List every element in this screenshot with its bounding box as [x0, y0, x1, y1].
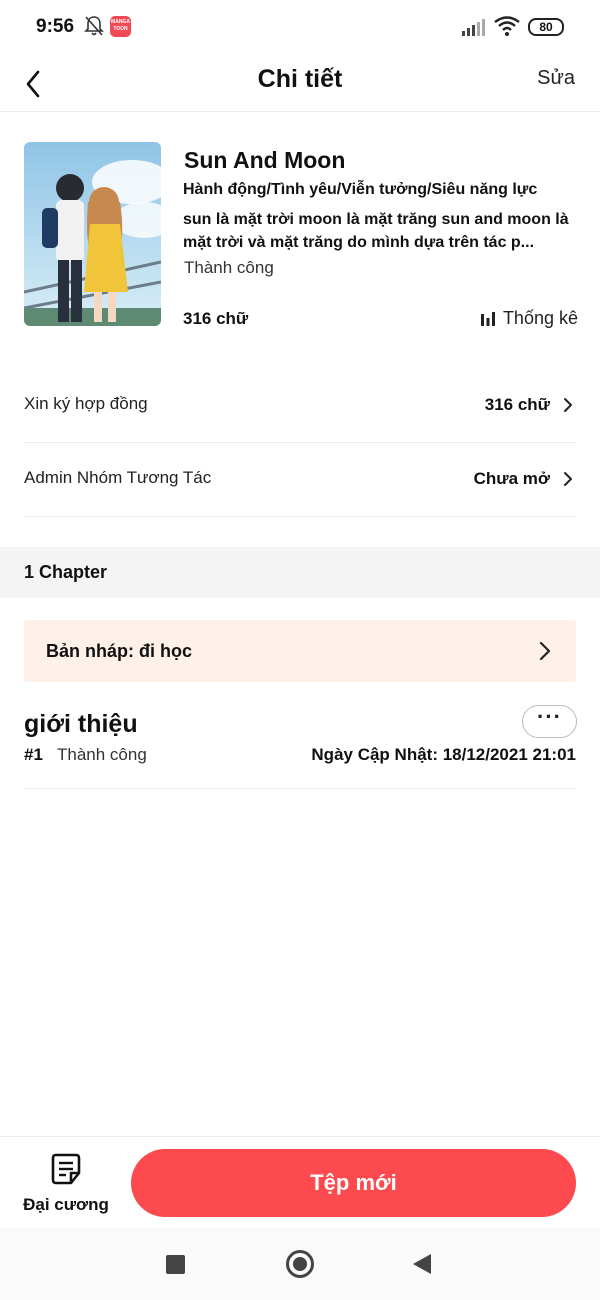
contract-row[interactable]: Xin ký hợp đồng 316 chữ [24, 370, 576, 444]
edit-button[interactable]: Sửa [537, 67, 575, 90]
page-title: Chi tiết [257, 65, 343, 93]
chapter-title: giới thiệu [24, 710, 138, 738]
home-icon [293, 1257, 307, 1271]
stats-button[interactable]: Thống kê [480, 308, 578, 329]
admin-group-value: Chưa mở [473, 469, 550, 488]
system-navigation-bar [0, 1228, 600, 1300]
home-button[interactable] [286, 1250, 314, 1278]
more-options-button[interactable]: ··· [522, 705, 577, 738]
word-count: 316 chữ [183, 309, 249, 328]
admin-group-row[interactable]: Admin Nhóm Tương Tác Chưa mở [24, 444, 576, 518]
book-status: Thành công [184, 258, 274, 277]
chapter-status: Thành công [57, 745, 147, 764]
draft-label: Bản nháp: đi học [46, 641, 192, 661]
signal-icon [462, 19, 485, 36]
chapter-updated-date: Ngày Cập Nhật: 18/12/2021 21:01 [311, 745, 576, 764]
wifi-icon [494, 16, 520, 36]
new-file-button[interactable]: Tệp mới [131, 1149, 576, 1217]
draft-item[interactable]: Bản nháp: đi học [24, 620, 576, 682]
status-time: 9:56 [36, 16, 75, 37]
bottom-action-bar: Đại cương Tệp mới [0, 1136, 600, 1228]
divider [24, 788, 576, 789]
bell-off-icon [84, 16, 104, 36]
contract-label: Xin ký hợp đồng [24, 394, 148, 413]
book-title: Sun And Moon [184, 147, 346, 173]
outline-label: Đại cương [23, 1195, 109, 1214]
chapter-number: #1 [24, 745, 43, 764]
document-icon [51, 1153, 81, 1185]
book-description: sun là mặt trời moon là mặt trăng sun an… [183, 211, 569, 251]
top-app-bar: Chi tiết Sửa [0, 56, 600, 112]
book-cover-image[interactable] [24, 142, 161, 326]
chevron-right-icon [564, 472, 572, 486]
chevron-right-icon [539, 641, 551, 661]
system-back-button[interactable] [413, 1254, 431, 1274]
chevron-right-icon [564, 398, 572, 412]
book-genres: Hành động/Tình yêu/Viễn tưởng/Siêu năng … [183, 181, 538, 198]
admin-group-label: Admin Nhóm Tương Tác [24, 468, 212, 487]
battery-icon: 80 [528, 18, 564, 36]
chapter-section-header: 1 Chapter [0, 547, 600, 598]
stats-label: Thống kê [502, 308, 578, 328]
outline-button[interactable]: Đại cương [14, 1149, 118, 1221]
divider [24, 442, 576, 443]
app-badge-icon: MANGA TOON [110, 16, 131, 37]
recent-apps-button[interactable] [166, 1255, 185, 1274]
status-bar: 9:56 MANGA TOON 80 [0, 0, 600, 56]
bar-chart-icon [480, 311, 495, 326]
contract-value: 316 chữ [484, 395, 550, 414]
chapter-count: 1 Chapter [24, 562, 108, 582]
divider [24, 516, 576, 517]
